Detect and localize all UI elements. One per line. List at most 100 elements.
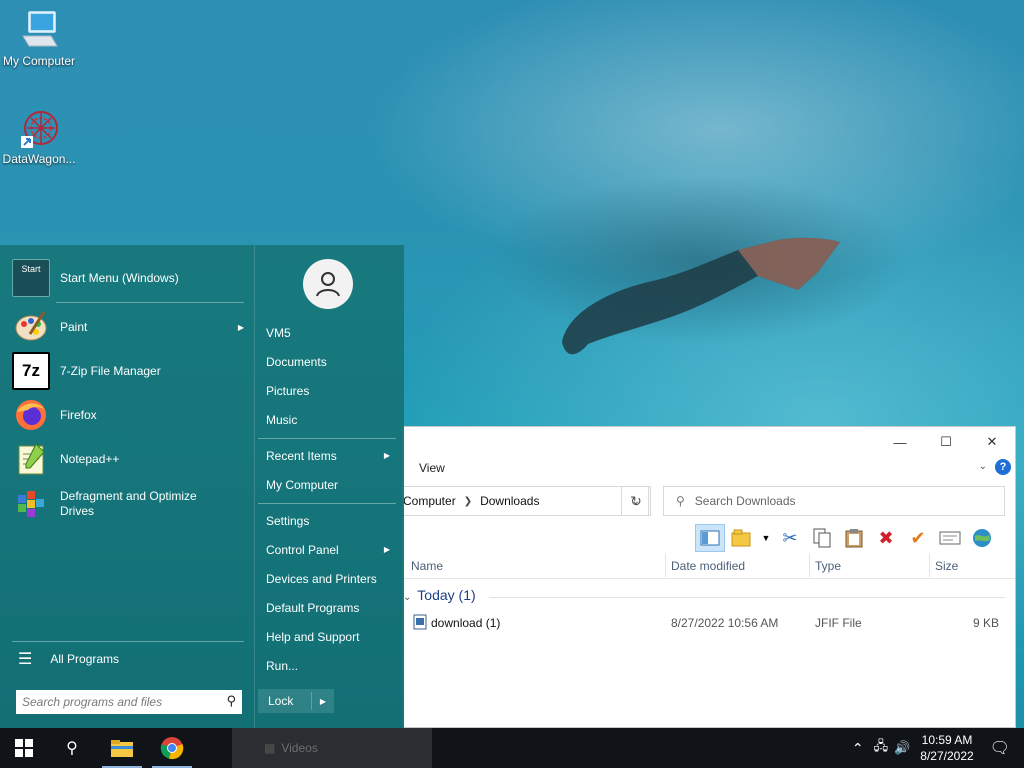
notification-icon[interactable]: 🗨 (990, 738, 1010, 758)
window-controls: — ☐ ✕ (877, 427, 1015, 457)
volume-icon[interactable]: 🔊 (894, 740, 910, 756)
table-row[interactable]: download (1) 8/27/2022 10:56 AM JFIF Fil… (403, 613, 1015, 635)
program-defragment[interactable]: Defragment and Optimize Drives (12, 482, 244, 526)
dropdown-arrow-icon[interactable]: ▼ (759, 524, 773, 552)
search-input[interactable]: ⚲ Search Downloads (663, 486, 1005, 516)
delete-icon[interactable]: ✖ (871, 524, 901, 552)
ribbon-expand-icon[interactable]: ⌄ (979, 461, 987, 472)
ribbon: View ⌄ ? (403, 457, 1015, 479)
tab-view[interactable]: View (419, 461, 445, 475)
desktop-icon-datawagon[interactable]: DataWagon... (0, 106, 78, 166)
menu-item-run[interactable]: Run... (266, 659, 396, 673)
menu-item-pictures[interactable]: Pictures (266, 384, 396, 398)
user-avatar[interactable] (303, 259, 353, 309)
cut-icon[interactable]: ✂ (775, 524, 805, 552)
menu-item-documents[interactable]: Documents (266, 355, 396, 369)
file-name: download (1) (431, 616, 501, 630)
column-separator[interactable] (809, 553, 810, 577)
program-label: Paint (60, 319, 88, 334)
network-icon[interactable]: 🖧 (874, 737, 889, 759)
minimize-button[interactable]: — (877, 427, 923, 457)
menu-item-user[interactable]: VM5 (266, 326, 396, 340)
file-size: 9 KB (972, 616, 999, 630)
program-label: Start Menu (Windows) (60, 270, 179, 285)
rename-check-icon[interactable]: ✔ (903, 524, 933, 552)
folder-icon (111, 740, 133, 757)
collapse-chevron-icon[interactable]: ⌄ (403, 592, 411, 603)
close-button[interactable]: ✕ (969, 427, 1015, 457)
refresh-button[interactable]: ↻ (621, 486, 651, 516)
menu-item-settings[interactable]: Settings (266, 514, 396, 528)
column-type[interactable]: Type (815, 559, 841, 573)
firefox-icon (12, 396, 50, 434)
preview-pane-icon[interactable] (695, 524, 725, 552)
breadcrumb-computer[interactable]: Computer (403, 494, 456, 508)
paint-icon (12, 308, 50, 346)
video-folder-icon: ▩ (264, 741, 276, 755)
globe-icon[interactable] (967, 524, 997, 552)
start-menu-divider (254, 245, 255, 728)
search-placeholder: Search Downloads (694, 494, 796, 508)
column-separator[interactable] (929, 553, 930, 577)
submenu-arrow-icon[interactable]: ▶ (384, 545, 390, 554)
column-size[interactable]: Size (935, 559, 958, 573)
menu-item-music[interactable]: Music (266, 413, 396, 427)
separator (56, 302, 244, 303)
search-button[interactable]: ⚲ (48, 728, 96, 768)
file-type: JFIF File (815, 616, 862, 630)
chevron-right-icon[interactable]: ❯ (464, 496, 472, 507)
start-search-input[interactable]: Search programs and files ⚲ (16, 690, 242, 714)
program-label: Firefox (60, 407, 97, 422)
all-programs-button[interactable]: ☰ All Programs (18, 649, 119, 669)
column-date-modified[interactable]: Date modified (671, 559, 745, 573)
menu-item-recent-items[interactable]: Recent Items ▶ (266, 449, 396, 463)
desktop-icon-my-computer[interactable]: My Computer (0, 8, 78, 68)
new-folder-icon[interactable] (727, 524, 757, 552)
taskbar-window-videos[interactable]: ▩ Videos (232, 728, 432, 768)
taskbar: ⚲ ▩ Videos ⌃ 🖧 🔊 10:59 AM 8/27/2022 🗨 (0, 728, 1024, 768)
computer-icon (17, 8, 61, 52)
file-date: 8/27/2022 10:56 AM (671, 616, 779, 630)
column-name[interactable]: Name (411, 559, 443, 573)
taskbar-window-label: Videos (281, 741, 318, 755)
group-label: Today (1) (417, 587, 476, 603)
menu-item-my-computer[interactable]: My Computer (266, 478, 396, 492)
submenu-arrow-icon[interactable]: ▶ (384, 451, 390, 460)
taskbar-chrome[interactable] (148, 728, 196, 768)
program-label: Defragment and Optimize Drives (60, 489, 197, 519)
menu-item-control-panel[interactable]: Control Panel ▶ (266, 543, 396, 557)
menu-item-help-support[interactable]: Help and Support (266, 630, 396, 644)
taskbar-file-explorer[interactable] (98, 728, 146, 768)
breadcrumb-downloads[interactable]: Downloads (480, 494, 539, 508)
copy-icon[interactable] (807, 524, 837, 552)
program-firefox[interactable]: Firefox (12, 394, 244, 436)
menu-item-devices-printers[interactable]: Devices and Printers (266, 572, 396, 586)
program-7zip[interactable]: 7z 7-Zip File Manager (12, 350, 244, 392)
help-icon[interactable]: ? (995, 459, 1011, 475)
clock[interactable]: 10:59 AM 8/27/2022 (920, 732, 973, 764)
submenu-arrow-icon[interactable]: ▶ (238, 323, 244, 332)
chevron-right-icon[interactable]: ▶ (320, 697, 326, 706)
address-bar[interactable]: Computer ❯ Downloads ⌄ (403, 486, 649, 516)
group-header-today[interactable]: ⌄ Today (1) (403, 587, 476, 603)
datawagon-shortcut-icon (17, 106, 61, 150)
lock-button[interactable]: Lock ▶ (258, 689, 334, 713)
program-notepadpp[interactable]: Notepad++ (12, 438, 244, 480)
lock-divider (311, 692, 312, 710)
program-start-menu-windows[interactable]: Start Start Menu (Windows) (12, 257, 244, 299)
maximize-button[interactable]: ☐ (923, 427, 969, 457)
search-icon: ⚲ (676, 494, 685, 508)
program-paint[interactable]: Paint ▶ (12, 306, 244, 348)
image-file-icon (413, 614, 427, 633)
search-icon[interactable]: ⚲ (226, 693, 236, 709)
chevron-up-icon[interactable]: ⌃ (852, 740, 864, 757)
windows-logo-icon (15, 739, 33, 757)
wallpaper-diver (562, 237, 840, 355)
properties-icon[interactable] (935, 524, 965, 552)
menu-item-default-programs[interactable]: Default Programs (266, 601, 396, 615)
column-separator[interactable] (665, 553, 666, 577)
start-menu: Start Start Menu (Windows) Paint ▶ 7z 7-… (0, 245, 404, 728)
desktop-icon-label: DataWagon... (2, 152, 76, 166)
paste-icon[interactable] (839, 524, 869, 552)
start-button[interactable] (0, 728, 48, 768)
